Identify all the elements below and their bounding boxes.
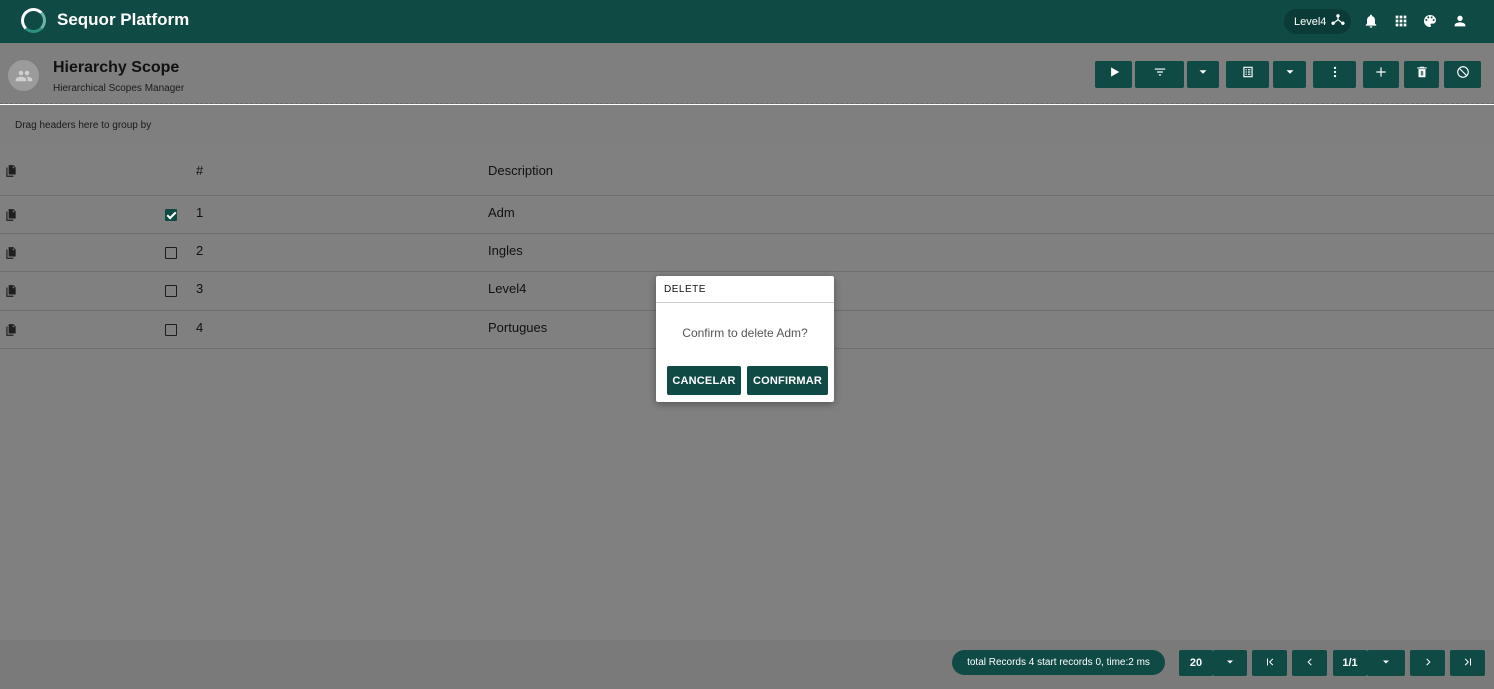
chevron-down-icon [1196,65,1210,84]
column-header-description[interactable]: Description [488,163,553,178]
layout-dropdown-button[interactable] [1273,61,1306,88]
add-button[interactable] [1363,61,1399,88]
page-select-dropdown-button[interactable] [1367,650,1405,676]
palette-icon[interactable] [1420,11,1440,31]
cancel-button[interactable] [1444,61,1481,88]
next-page-button[interactable] [1410,650,1445,676]
user-icon[interactable] [1450,11,1470,31]
app-title: Sequor Platform [57,10,190,29]
row-checkbox[interactable] [165,247,177,259]
delete-button[interactable] [1404,61,1439,88]
table-row[interactable]: 2 Ingles [0,234,1494,272]
group-by-panel[interactable]: Drag headers here to group by [0,105,1494,145]
dialog-divider [656,302,834,303]
bell-icon[interactable] [1361,11,1381,31]
chevron-right-icon [1422,656,1434,671]
page-title: Hierarchy Scope [53,59,180,76]
chevron-down-icon [1380,656,1392,671]
more-vertical-icon [1328,65,1342,84]
grid-footer: total Records 4 start records 0, time:2 … [0,640,1494,689]
row-number: 3 [196,281,204,296]
row-checkbox[interactable] [165,285,177,297]
apps-grid-icon[interactable] [1391,11,1411,31]
previous-page-button[interactable] [1292,650,1327,676]
table-row[interactable]: 1 Adm [0,196,1494,234]
top-bar: Sequor Platform Level4 [0,0,1494,43]
dialog-title: DELETE [664,284,706,295]
chevron-left-icon [1304,656,1316,671]
level-selector[interactable]: Level4 [1284,9,1351,34]
chevron-down-icon [1224,656,1236,671]
page-size-dropdown-button[interactable] [1213,650,1247,676]
group-by-hint: Drag headers here to group by [15,120,152,131]
last-page-icon [1462,656,1474,671]
copy-icon[interactable] [4,208,18,222]
row-description: Ingles [488,243,523,258]
block-icon [1456,65,1470,84]
first-page-button[interactable] [1252,650,1287,676]
filter-dropdown-button[interactable] [1187,61,1219,88]
copy-icon[interactable] [4,246,18,260]
column-header-number[interactable]: # [196,163,203,178]
records-status: total Records 4 start records 0, time:2 … [952,650,1165,675]
list-layout-icon [1241,65,1255,84]
row-number: 2 [196,243,204,258]
row-number: 1 [196,205,204,220]
copy-icon[interactable] [4,284,18,298]
confirmar-button[interactable]: CONFIRMAR [747,366,828,395]
delete-dialog: DELETE Confirm to delete Adm? CANCELAR C… [656,276,834,402]
chevron-down-icon [1283,65,1297,84]
row-description: Portugues [488,320,548,335]
row-number: 4 [196,320,204,335]
row-checkbox[interactable] [165,324,177,336]
filter-icon [1153,65,1167,84]
dialog-message: Confirm to delete Adm? [682,326,808,340]
cancelar-button[interactable]: CANCELAR [667,366,741,395]
row-checkbox[interactable] [165,209,177,221]
page-size-value[interactable]: 20 [1179,650,1213,676]
row-description: Level4 [488,281,527,296]
first-page-icon [1264,656,1276,671]
level-label: Level4 [1294,15,1327,28]
last-page-button[interactable] [1450,650,1485,676]
row-description: Adm [488,205,515,220]
trash-icon [1415,65,1429,84]
grid-header-row: # Description [0,145,1494,196]
play-button[interactable] [1095,61,1132,88]
copy-icon[interactable] [4,323,18,337]
more-options-button[interactable] [1313,61,1356,88]
hierarchy-icon [1331,13,1346,30]
sequor-logo-icon [21,8,46,33]
plus-icon [1374,65,1388,84]
copy-icon[interactable] [4,164,18,178]
layout-button[interactable] [1226,61,1269,88]
filter-button[interactable] [1135,61,1184,88]
page-subtitle: Hierarchical Scopes Manager [53,83,185,94]
play-icon [1107,65,1121,84]
page-header: Hierarchy Scope Hierarchical Scopes Mana… [0,43,1494,104]
page-indicator[interactable]: 1/1 [1333,650,1367,676]
group-avatar-icon [8,60,39,91]
